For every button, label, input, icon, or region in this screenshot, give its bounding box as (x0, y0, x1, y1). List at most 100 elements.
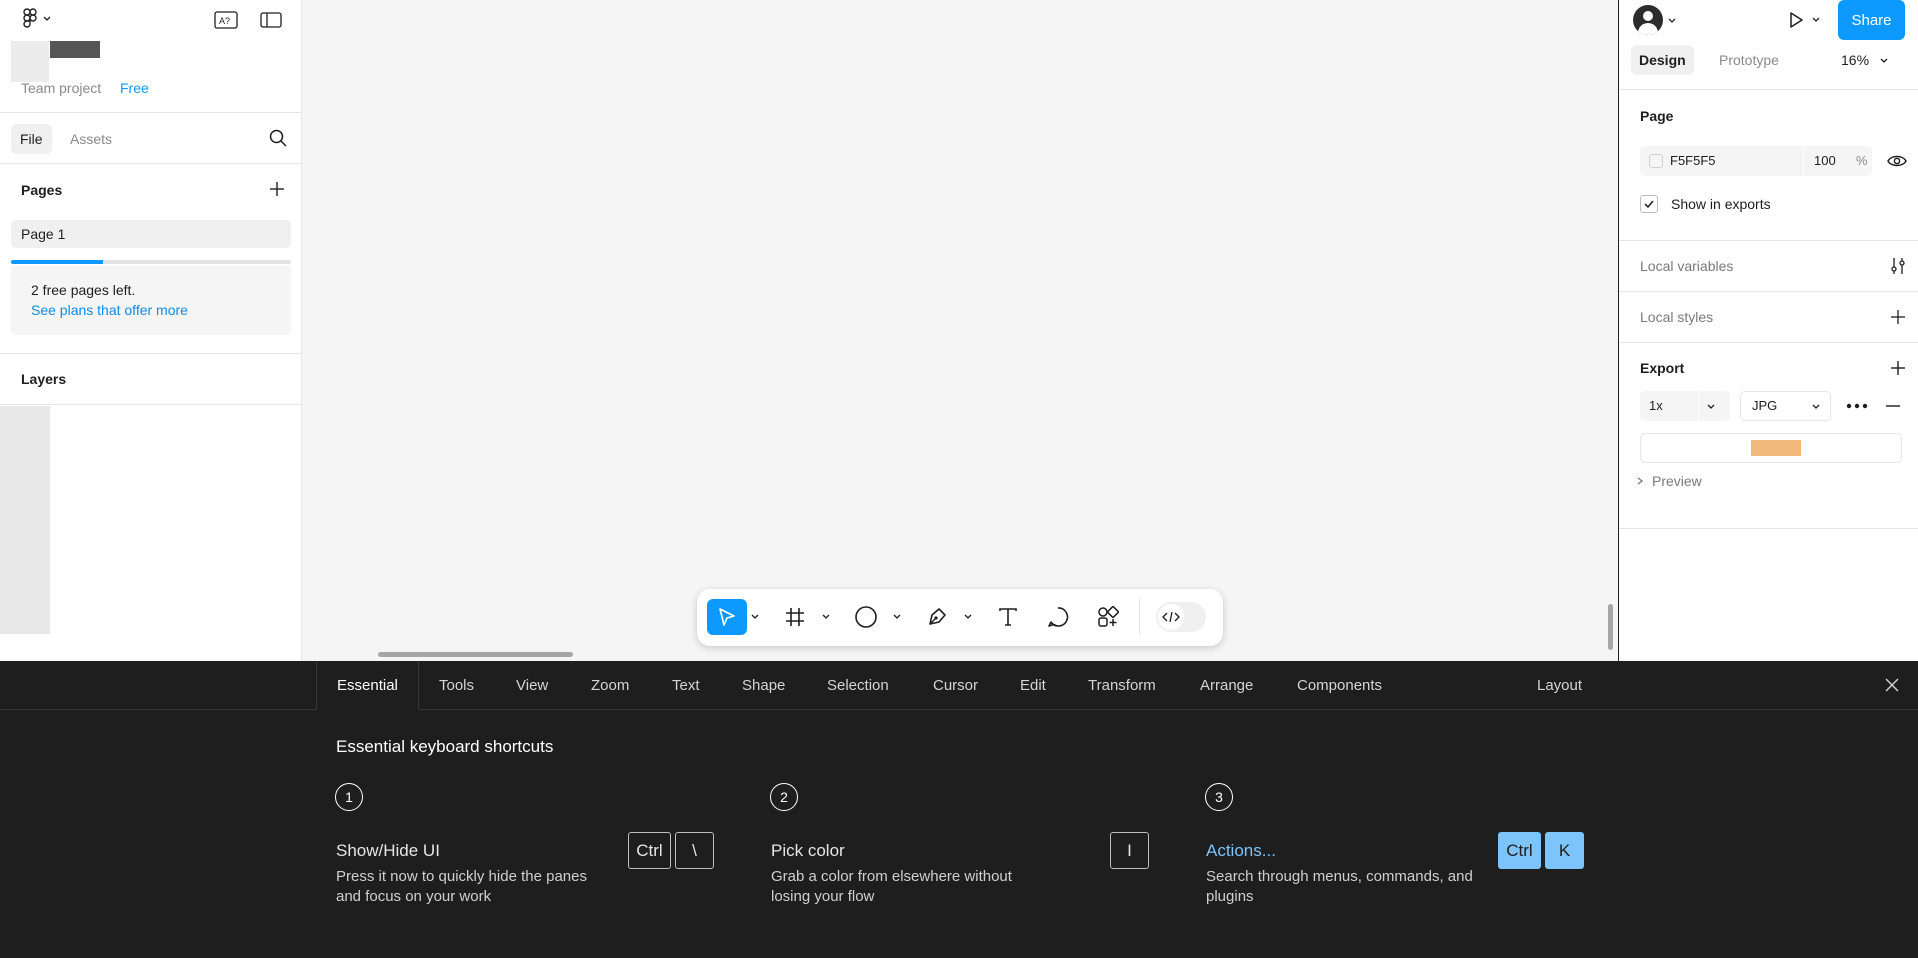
pen-icon (926, 606, 948, 628)
tab-edit[interactable]: Edit (1020, 661, 1046, 710)
step-number: 1 (335, 783, 363, 811)
apps-plus-icon (1096, 605, 1120, 629)
layer-list-placeholder[interactable] (0, 406, 50, 634)
export-preview-toggle[interactable]: Preview (1636, 473, 1702, 489)
more-options-icon[interactable] (1842, 391, 1872, 421)
tab-essential[interactable]: Essential (316, 661, 419, 710)
frame-tool-chevron-icon[interactable] (819, 606, 833, 626)
export-scale-select[interactable]: 1x (1640, 391, 1730, 421)
right-panel: Share Design Prototype 16% Page F5F5F5 1… (1618, 0, 1918, 661)
local-variables-label: Local variables (1640, 258, 1734, 274)
tab-text[interactable]: Text (672, 661, 700, 710)
key-cap: I (1110, 832, 1149, 869)
remove-export-icon[interactable] (1878, 391, 1908, 421)
tab-shape[interactable]: Shape (742, 661, 785, 710)
add-page-icon[interactable] (268, 180, 286, 198)
comment-tool-button[interactable] (1040, 599, 1076, 635)
add-export-icon[interactable] (1889, 359, 1907, 377)
team-project-label[interactable]: Team project (21, 80, 101, 96)
actions-link[interactable]: Actions... (1206, 841, 1276, 861)
page-fill-row[interactable]: F5F5F5 100 % (1640, 146, 1872, 176)
chevron-down-icon (42, 13, 52, 23)
shortcut-name: Show/Hide UI (336, 841, 440, 860)
dev-mode-toggle[interactable] (1156, 602, 1206, 632)
upsell-box: 2 free pages left. See plans that offer … (11, 266, 291, 335)
color-swatch[interactable] (1649, 154, 1663, 168)
main-menu-button[interactable] (22, 8, 52, 28)
move-tool-chevron-icon[interactable] (748, 606, 762, 626)
shape-tool-button[interactable] (848, 599, 884, 635)
present-play-icon[interactable] (1786, 10, 1806, 30)
local-variables-section[interactable]: Local variables (1619, 241, 1918, 292)
frame-tool-button[interactable] (777, 599, 813, 635)
file-name-redacted[interactable] (50, 41, 100, 58)
shortcuts-title: Essential keyboard shortcuts (336, 737, 554, 756)
text-tool-button[interactable] (990, 599, 1026, 635)
zoom-value: 16% (1841, 52, 1870, 68)
add-style-icon[interactable] (1889, 308, 1907, 326)
text-icon (997, 606, 1019, 628)
page-item[interactable]: Page 1 (11, 220, 291, 248)
key-cap: Ctrl (1498, 832, 1541, 869)
export-format-select[interactable]: JPG (1740, 391, 1831, 421)
present-chevron-icon[interactable] (1811, 14, 1821, 24)
plan-badge[interactable]: Free (120, 80, 149, 96)
tab-view[interactable]: View (516, 661, 548, 710)
shortcut-tabs: Essential Tools View Zoom Text Shape Sel… (0, 661, 1918, 710)
tab-zoom[interactable]: Zoom (591, 661, 629, 710)
frame-icon (784, 606, 806, 628)
tab-design[interactable]: Design (1631, 45, 1694, 75)
shortcut-desc: Search through menus, commands, and plug… (1206, 868, 1473, 905)
chevron-right-icon (1636, 476, 1644, 486)
pen-tool-button[interactable] (919, 599, 955, 635)
tab-prototype[interactable]: Prototype (1711, 45, 1787, 75)
horizontal-scrollbar[interactable] (378, 652, 573, 657)
eye-icon[interactable] (1887, 153, 1907, 169)
show-in-exports-checkbox[interactable] (1640, 195, 1658, 213)
left-tabs: File Assets (0, 113, 301, 164)
shortcut-desc: Grab a color from elsewhere without losi… (771, 868, 1012, 905)
share-button[interactable]: Share (1838, 0, 1905, 40)
file-header: A? Team project Free (0, 0, 301, 113)
search-icon[interactable] (269, 129, 287, 147)
export-title: Export (1640, 360, 1685, 376)
vertical-scrollbar[interactable] (1608, 604, 1613, 650)
tab-transform[interactable]: Transform (1088, 661, 1156, 710)
canvas[interactable] (302, 0, 1618, 661)
fill-opacity-input[interactable]: 100 (1814, 146, 1836, 176)
zoom-dropdown[interactable]: 16% (1841, 45, 1889, 75)
key-cap: \ (675, 832, 714, 869)
tab-layout[interactable]: Layout (1537, 661, 1582, 710)
variables-sliders-icon[interactable] (1889, 257, 1907, 275)
local-styles-section[interactable]: Local styles (1619, 292, 1918, 343)
page-section-title: Page (1640, 108, 1674, 124)
avatar (1633, 5, 1663, 35)
fill-hex-input[interactable]: F5F5F5 (1670, 146, 1716, 176)
ellipse-icon (854, 605, 878, 629)
show-in-exports-label: Show in exports (1671, 196, 1771, 212)
code-icon (1158, 604, 1184, 630)
tab-arrange[interactable]: Arrange (1200, 661, 1253, 710)
local-styles-label: Local styles (1640, 309, 1714, 325)
actions-tool-button[interactable] (1090, 599, 1126, 635)
page-quota-fill (11, 260, 104, 264)
export-button[interactable] (1640, 433, 1902, 463)
close-icon[interactable] (1884, 677, 1900, 693)
pen-tool-chevron-icon[interactable] (961, 606, 975, 626)
shortcut-name: Pick color (771, 841, 845, 860)
upsell-text: 2 free pages left. (31, 282, 136, 298)
shape-tool-chevron-icon[interactable] (890, 606, 904, 626)
tab-components[interactable]: Components (1297, 661, 1382, 710)
move-tool-button[interactable] (707, 599, 747, 635)
toggle-sidebar-icon[interactable] (257, 8, 285, 32)
tab-file[interactable]: File (11, 124, 52, 154)
page-quota-bar (11, 260, 291, 264)
tab-tools[interactable]: Tools (439, 661, 474, 710)
tab-cursor[interactable]: Cursor (933, 661, 978, 710)
tab-assets[interactable]: Assets (61, 124, 121, 154)
see-plans-link[interactable]: See plans that offer more (31, 300, 291, 320)
user-menu-button[interactable] (1633, 5, 1677, 35)
ai-text-icon[interactable]: A? (212, 8, 240, 32)
chevron-down-icon (1704, 399, 1718, 413)
tab-selection[interactable]: Selection (827, 661, 889, 710)
